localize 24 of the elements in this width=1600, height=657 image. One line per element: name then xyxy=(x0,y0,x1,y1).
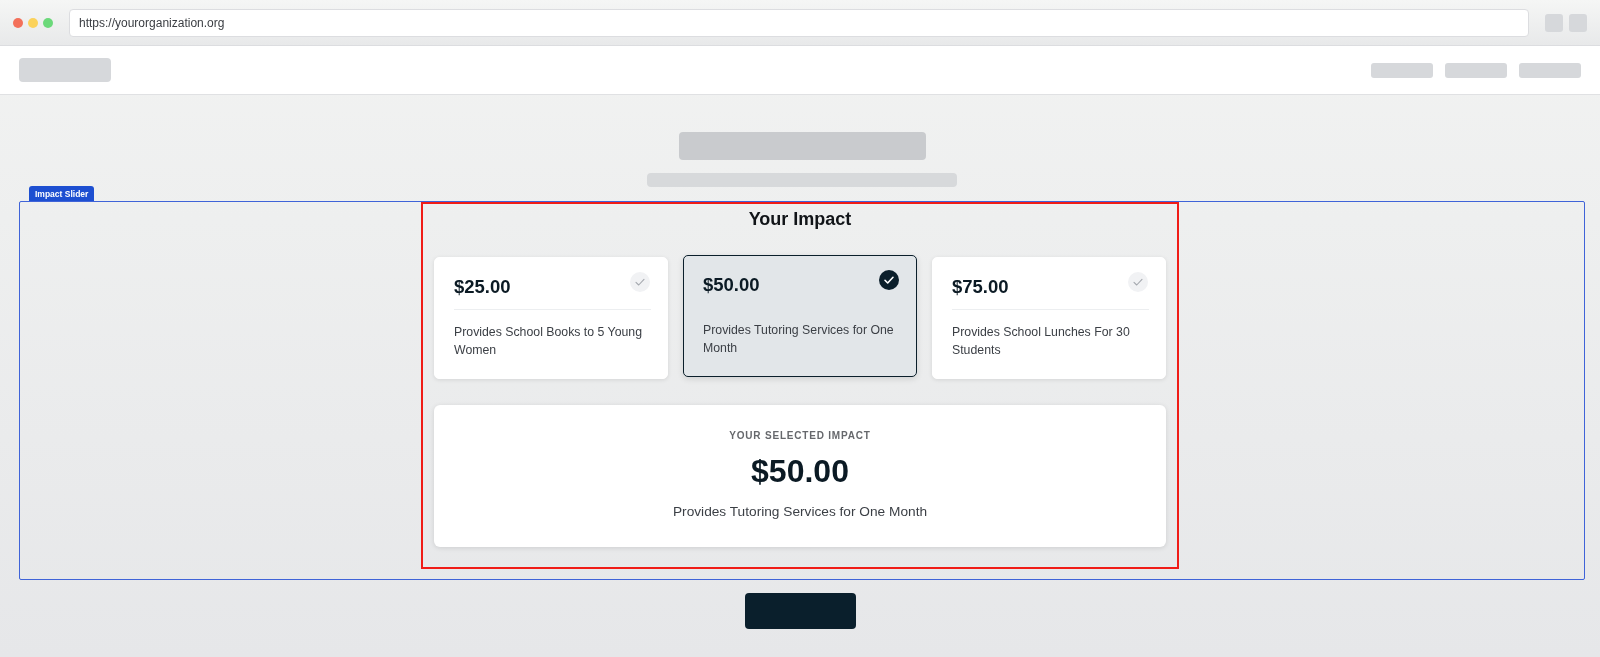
nav-link-placeholder[interactable] xyxy=(1445,62,1507,78)
window-close-icon[interactable] xyxy=(13,17,23,28)
option-amount: $50.00 xyxy=(703,274,760,296)
window-maximize-icon[interactable] xyxy=(43,17,53,28)
summary-description: Provides Tutoring Services for One Month xyxy=(672,503,928,521)
summary-amount: $50.00 xyxy=(751,452,849,490)
impact-option-card[interactable]: $75.00 Provides School Lunches For 30 Students xyxy=(932,257,1166,379)
option-description: Provides Tutoring Services for One Month xyxy=(703,322,895,357)
option-description: Provides School Books to 5 Young Women xyxy=(454,324,643,359)
option-description: Provides School Lunches For 30 Students xyxy=(952,324,1131,359)
section-title: Your Impact xyxy=(747,208,853,230)
option-amount: $25.00 xyxy=(454,276,511,298)
primary-button[interactable] xyxy=(744,593,856,629)
toolbar-button[interactable] xyxy=(1545,13,1563,32)
impact-option-card[interactable]: $25.00 Provides School Books to 5 Young Women xyxy=(434,257,668,379)
toolbar-button[interactable] xyxy=(1569,13,1587,32)
section-tag: Impact Slider xyxy=(29,186,95,201)
nav-link-placeholder[interactable] xyxy=(1519,62,1581,78)
address-bar[interactable]: https://yourorganization.org xyxy=(69,8,1529,37)
impact-option-card[interactable]: $50.00 Provides Tutoring Services for One Month xyxy=(683,255,917,377)
option-amount: $75.00 xyxy=(952,276,1009,298)
nav-link-placeholder[interactable] xyxy=(1371,62,1433,78)
summary-heading: YOUR SELECTED IMPACT xyxy=(729,429,871,443)
window-minimize-icon[interactable] xyxy=(28,17,38,28)
